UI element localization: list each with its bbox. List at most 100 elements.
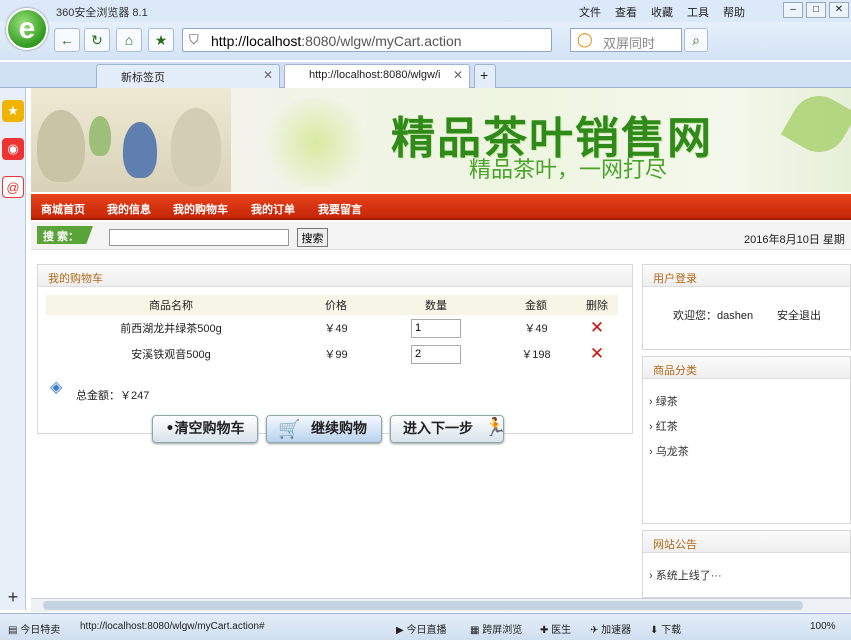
weibo-icon[interactable]: ◉ [2,138,24,160]
quantity-input[interactable] [411,344,461,364]
close-tab-icon[interactable]: ✕ [263,68,273,82]
notice-heading: 网站公告 [643,531,850,553]
nav-my-cart[interactable]: 我的购物车 [173,201,228,217]
browser-search-box[interactable]: ◯ 双屏同时 [570,28,682,52]
status-download[interactable]: ⬇ 下载 [650,621,681,636]
leaf-decoration [780,88,851,163]
browser-titlebar: 360安全浏览器 8.1 文件 查看 收藏 工具 帮助 – □ ✕ [0,0,851,22]
cart-heading: 我的购物车 [38,265,632,287]
product-amount: ￥198 [521,349,551,361]
nav-my-orders[interactable]: 我的订单 [251,201,295,217]
site-main-nav: 商城首页 我的信息 我的购物车 我的订单 我要留言 [31,194,851,220]
current-date: 2016年8月10日 星期 [744,234,845,246]
money-bag-icon: ◈ [50,379,63,396]
delete-icon[interactable]: ✕ [590,318,604,337]
close-tab-icon[interactable]: ✕ [453,68,463,82]
status-doctor[interactable]: ✚ 医生 [540,621,571,636]
scrollbar-thumb[interactable] [43,601,803,610]
search-label: 搜 索： [37,226,93,244]
menu-view[interactable]: 查看 [615,4,637,20]
add-sidebar-icon[interactable]: + [2,586,24,608]
search-engine-icon: ◯ [577,31,593,47]
col-product-name: 商品名称 [46,295,296,315]
search-icon[interactable]: ⌕ [684,28,708,52]
home-button[interactable]: ⌂ [116,28,142,52]
cart-total: 总金额：￥247 [76,390,150,402]
notice-panel: 网站公告 › 系统上线了··· [642,530,851,598]
site-search-button[interactable]: 搜索 [297,228,328,247]
site-banner: 精品茶叶销售网 精品茶叶，一网打尽 [31,88,851,192]
mail-icon[interactable]: @ [2,176,24,198]
new-tab-button[interactable]: + [474,64,496,88]
site-search-input[interactable] [109,229,289,246]
delete-icon[interactable]: ✕ [590,344,604,363]
product-name: 前西湖龙井绿茶500g [120,323,222,335]
browser-logo-icon: e [6,8,48,50]
status-deals[interactable]: ▤ 今日特卖 [8,621,60,636]
tab-new-tab[interactable]: 新标签页 ✕ [96,64,280,88]
browser-statusbar: ▤ 今日特卖 http://localhost:8080/wlgw/myCart… [0,613,851,640]
refresh-button[interactable]: ↻ [84,28,110,52]
col-delete: 删除 [576,295,618,315]
nav-home[interactable]: 商城首页 [41,201,85,217]
site-search-bar: 搜 索： 搜索 2016年8月10日 星期 [31,222,851,250]
col-price: 价格 [296,295,376,315]
tab-label: 新标签页 [121,72,165,84]
address-bar[interactable]: ⛉ http://localhost:8080/wlgw/myCart.acti… [182,28,552,52]
tab-bar: 新标签页 ✕ http://localhost:8080/wlgw/i ✕ + [0,62,851,88]
product-price: ￥49 [324,323,348,335]
table-row: 前西湖龙井绿茶500g ￥49 ￥49 ✕ [46,315,618,341]
category-panel: 商品分类 › 绿茶 › 红茶 › 乌龙茶 [642,356,851,524]
maximize-button[interactable]: □ [806,2,826,18]
browser-navbar: ← ↻ ⌂ ★ ⛉ http://localhost:8080/wlgw/myC… [0,22,851,60]
web-page: 精品茶叶销售网 精品茶叶，一网打尽 商城首页 我的信息 我的购物车 我的订单 我… [31,88,851,598]
browser-title: 360安全浏览器 8.1 [56,7,148,19]
cart-panel: 我的购物车 商品名称 价格 数量 金额 删除 前西湖龙井绿茶500g ￥49 ￥… [37,264,633,443]
tab-mycart[interactable]: http://localhost:8080/wlgw/i ✕ [284,64,470,88]
product-name: 安溪铁观音500g [131,349,211,361]
browser-sidebar: ★ ◉ @ + [0,88,26,610]
browser-search-placeholder: 双屏同时 [603,36,656,51]
product-amount: ￥49 [524,323,548,335]
back-button[interactable]: ← [54,28,80,52]
favorite-star-button[interactable]: ★ [148,28,174,52]
menu-file[interactable]: 文件 [579,4,601,20]
close-window-button[interactable]: ✕ [829,2,849,18]
welcome-text: 欢迎您：dashen [673,310,754,322]
tab-label: http://localhost:8080/wlgw/i [309,69,441,81]
logout-link[interactable]: 安全退出 [777,307,821,323]
site-slogan: 精品茶叶，一网打尽 [469,158,668,183]
menu-favorites[interactable]: 收藏 [651,4,673,20]
address-host: http://localhost [211,33,302,49]
shield-icon: ⛉ [189,32,199,47]
table-row: 安溪铁观音500g ￥99 ￥198 ✕ [46,341,618,367]
minimize-button[interactable]: – [783,2,803,18]
login-heading: 用户登录 [643,265,850,287]
tea-painting-image [31,88,231,192]
menu-tools[interactable]: 工具 [687,4,709,20]
cart-table-header: 商品名称 价格 数量 金额 删除 [46,295,618,315]
category-item-oolong-tea[interactable]: › 乌龙茶 [649,443,689,459]
nav-my-info[interactable]: 我的信息 [107,201,151,217]
status-cross-screen[interactable]: ▦ 跨屏浏览 [470,621,522,636]
clear-cart-button[interactable]: •清空购物车 [152,415,258,443]
address-path: :8080/wlgw/myCart.action [301,33,462,49]
login-panel: 用户登录 欢迎您：dashen 安全退出 [642,264,851,350]
status-zoom[interactable]: 100% [810,621,836,632]
category-item-black-tea[interactable]: › 红茶 [649,418,678,434]
shopping-cart-icon: 🛒 [278,419,301,439]
status-accelerator[interactable]: ✈ 加速器 [590,621,631,636]
horizontal-scrollbar[interactable] [31,598,851,612]
col-quantity: 数量 [376,295,496,315]
cart-table: 商品名称 价格 数量 金额 删除 前西湖龙井绿茶500g ￥49 ￥49 ✕ 安… [46,295,618,367]
product-price: ￥99 [324,349,348,361]
notice-item[interactable]: › 系统上线了··· [649,567,722,583]
quantity-input[interactable] [411,318,461,338]
running-man-icon: 🏃 [484,417,507,437]
menu-help[interactable]: 帮助 [723,4,745,20]
nav-leave-message[interactable]: 我要留言 [318,201,362,217]
favorites-star-icon[interactable]: ★ [2,100,24,122]
category-item-green-tea[interactable]: › 绿茶 [649,393,678,409]
status-live[interactable]: ▶ 今日直播 [396,621,446,636]
col-amount: 金额 [496,295,576,315]
